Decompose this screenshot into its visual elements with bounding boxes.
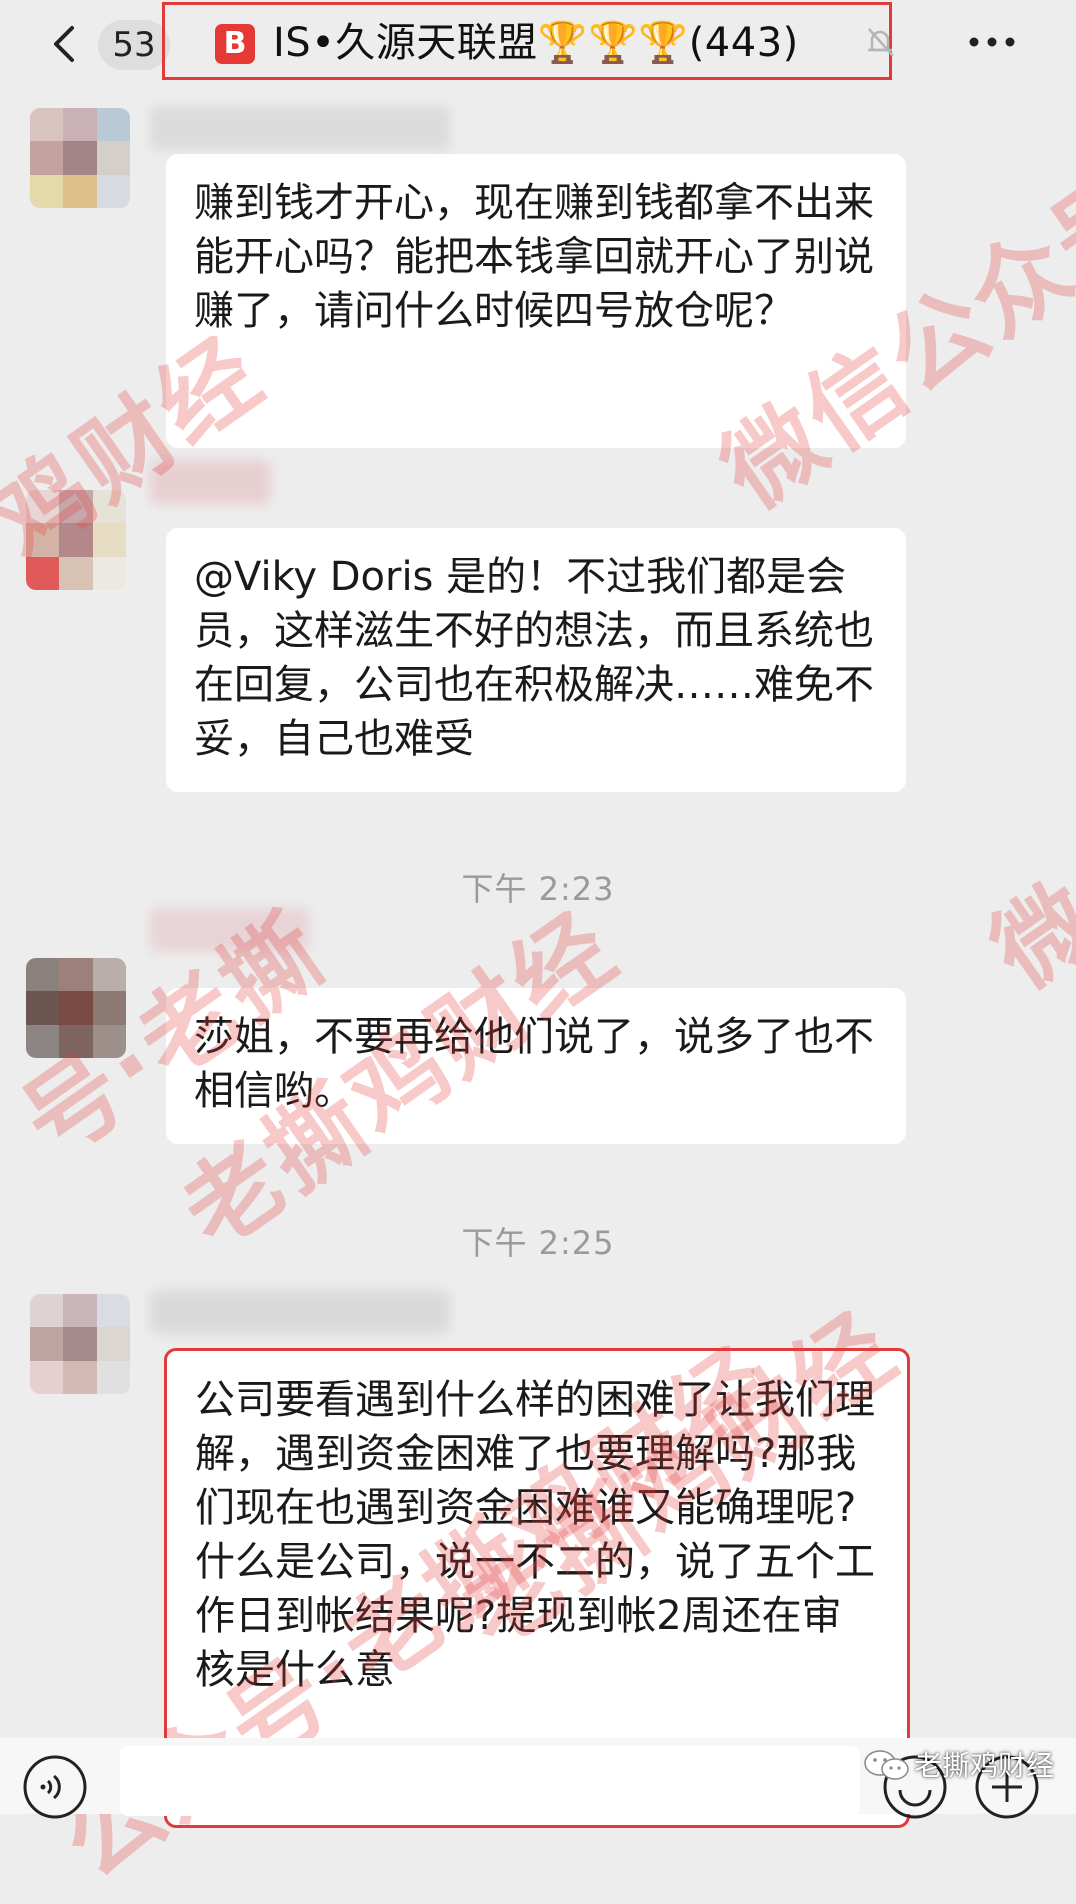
message-bubble[interactable]: 莎姐，不要再给他们说了，说多了也不相信哟。 [166, 988, 906, 1144]
timestamp: 下午 2:23 [461, 870, 615, 908]
more-options-icon[interactable] [962, 24, 1022, 60]
avatar[interactable] [30, 1294, 130, 1394]
sender-name-blurred [150, 460, 270, 504]
group-name-title: IS•久源天联盟🏆🏆🏆(443) [273, 20, 799, 66]
avatar[interactable] [26, 490, 126, 590]
sender-name-blurred [150, 908, 310, 952]
source-watermark: 老撕鸡财经 [914, 1749, 1055, 1782]
voice-input-icon[interactable] [22, 1754, 88, 1820]
muted-bell-icon [868, 28, 894, 57]
sender-name-blurred [150, 1290, 450, 1334]
sender-name-blurred [150, 106, 450, 150]
chat-header: 53 B IS•久源天联盟🏆🏆🏆(443) [0, 0, 1076, 98]
message-input[interactable] [120, 1746, 860, 1816]
unread-count-badge[interactable]: 53 [98, 20, 170, 70]
group-title-highlight[interactable]: B IS•久源天联盟🏆🏆🏆(443) [162, 2, 892, 80]
avatar[interactable] [30, 108, 130, 208]
timestamp: 下午 2:25 [461, 1224, 615, 1262]
chevron-left-icon[interactable] [44, 22, 88, 66]
group-label-badge: B [215, 24, 255, 64]
message-bubble[interactable]: 赚到钱才开心，现在赚到钱都拿不出来能开心吗？能把本钱拿回就开心了别说赚了，请问什… [166, 154, 906, 448]
wechat-logo-icon [864, 1750, 909, 1780]
chat-message-list[interactable]: 赚到钱才开心，现在赚到钱都拿不出来能开心吗？能把本钱拿回就开心了别说赚了，请问什… [0, 98, 1076, 1828]
message-bubble[interactable]: @Viky Doris 是的！不过我们都是会员，这样滋生不好的想法，而且系统也在… [166, 528, 906, 792]
avatar[interactable] [26, 958, 126, 1058]
